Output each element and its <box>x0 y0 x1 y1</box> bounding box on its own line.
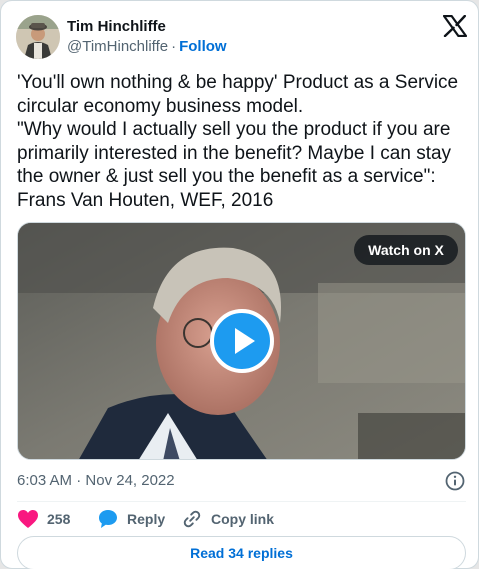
reply-bubble-icon <box>99 510 117 528</box>
tweet-line: primarily interested in the benefit? May… <box>17 142 452 164</box>
heart-icon <box>18 510 38 528</box>
copy-link-button[interactable]: Copy link <box>181 507 274 531</box>
x-logo-icon[interactable] <box>443 15 467 37</box>
tweet-line: Frans Van Houten, WEF, 2016 <box>17 189 274 211</box>
tweet-line: circular economy business model. <box>17 95 304 117</box>
video-player[interactable]: Watch on X <box>17 222 466 460</box>
avatar-image <box>16 15 60 59</box>
tweet-date: Nov 24, 2022 <box>85 472 175 489</box>
tweet-timestamp[interactable]: 6:03 AM · Nov 24, 2022 <box>17 471 175 491</box>
reply-button[interactable]: Reply <box>97 507 165 531</box>
read-replies-button[interactable]: Read 34 replies <box>17 536 466 569</box>
follow-button[interactable]: Follow <box>179 38 227 55</box>
play-icon <box>235 328 255 354</box>
play-button[interactable] <box>210 309 274 373</box>
info-icon[interactable] <box>444 470 466 492</box>
separator-dot: · <box>76 472 82 489</box>
author-meta: @TimHinchliffe · Follow <box>67 37 227 57</box>
tweet-line: "Why would I actually sell you the produ… <box>17 119 451 140</box>
like-button[interactable]: 258 <box>17 507 70 531</box>
separator-dot: · <box>171 38 177 55</box>
divider <box>17 501 466 502</box>
watch-on-x-button[interactable]: Watch on X <box>354 235 458 265</box>
action-bar: 258 Reply Copy link <box>17 507 466 531</box>
author-name[interactable]: Tim Hinchliffe <box>67 17 227 36</box>
tweet-line: the owner & just sell you the benefit as… <box>17 166 436 187</box>
tweet-text: 'You'll own nothing & be happy' Product … <box>17 71 469 212</box>
copy-link-label: Copy link <box>211 511 275 527</box>
avatar[interactable] <box>16 15 60 59</box>
reply-label: Reply <box>127 511 166 527</box>
tweet-line: 'You'll own nothing & be happy' Product … <box>17 72 459 93</box>
like-count: 258 <box>47 511 71 527</box>
tweet-time: 6:03 AM <box>17 472 73 489</box>
author-handle[interactable]: @TimHinchliffe <box>67 38 168 55</box>
link-icon <box>183 510 201 528</box>
author-info: Tim Hinchliffe @TimHinchliffe · Follow <box>67 17 227 57</box>
tweet-card: Tim Hinchliffe @TimHinchliffe · Follow 'Yo… <box>0 0 479 569</box>
